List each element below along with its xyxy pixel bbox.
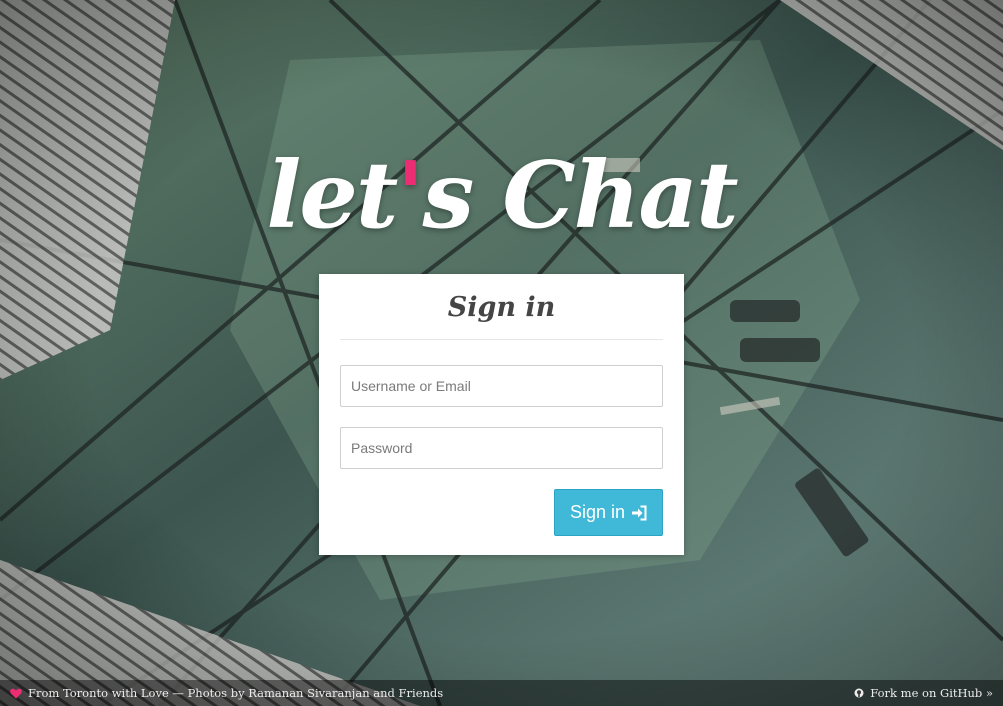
sign-in-icon [631,505,647,521]
heart-icon [10,680,22,706]
footer-bar: From Toronto with Love — Photos by Raman… [0,680,1003,706]
signin-button-label: Sign in [569,502,626,522]
github-link-text[interactable]: Fork me on GitHub » [870,680,993,706]
logo-apostrophe: ' [396,141,424,249]
footer-credit: From Toronto with Love — Photos by Raman… [10,680,443,706]
signin-actions: Sign in [340,469,663,559]
github-icon [854,680,864,706]
signin-card: Sign in Sign in [319,274,684,555]
signin-title: Sign in [340,274,663,340]
username-input[interactable] [340,365,663,407]
password-input[interactable] [340,427,663,469]
app-logo: let's Chat [0,140,1003,250]
signin-button[interactable]: Sign in [554,489,663,536]
logo-text-let: let [266,141,398,249]
github-link[interactable]: Fork me on GitHub » [854,680,993,706]
logo-text-chat: s Chat [422,141,739,249]
footer-credit-text: From Toronto with Love — Photos by Raman… [28,686,444,700]
